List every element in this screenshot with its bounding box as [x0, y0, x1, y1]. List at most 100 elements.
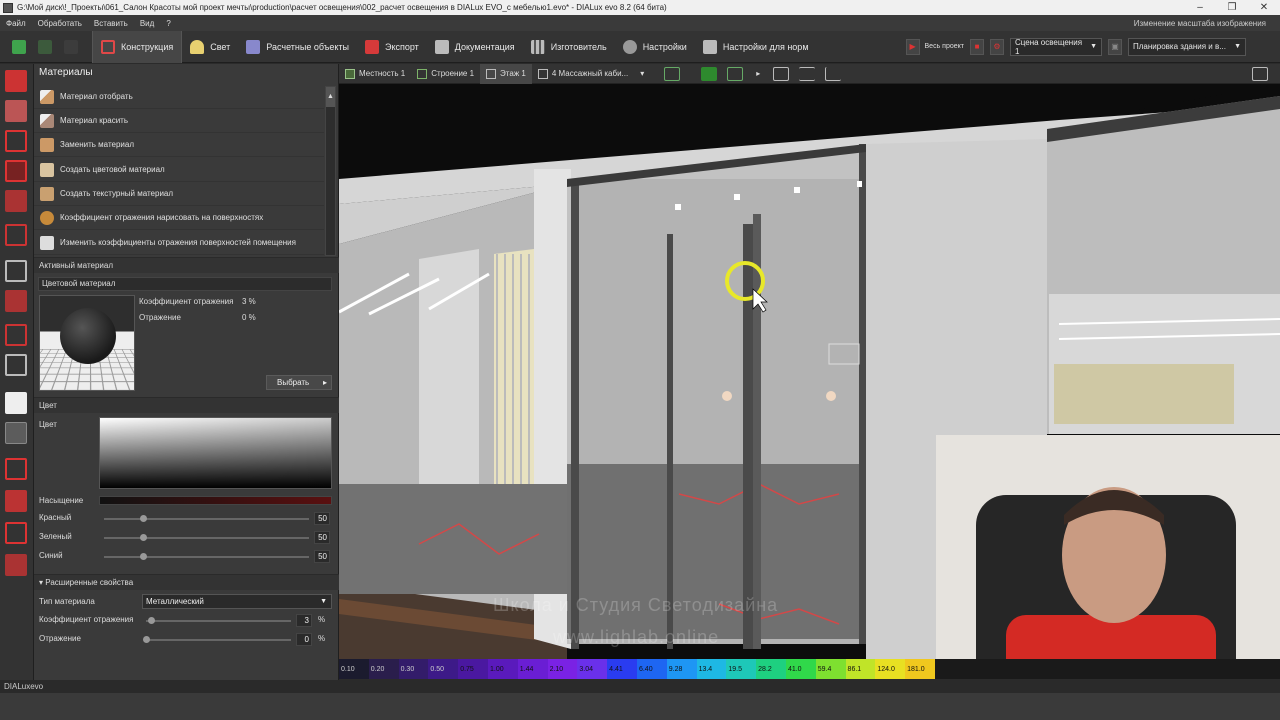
menu-process[interactable]: Обработать — [32, 19, 88, 28]
calc-settings-icon[interactable]: ⚙ — [990, 38, 1004, 55]
select-material-button[interactable]: Выбрать ▸ — [266, 375, 332, 390]
tab-manufacturer[interactable]: Изготовитель — [523, 31, 615, 63]
opening-tool-icon[interactable] — [5, 224, 27, 246]
color-material-icon — [40, 162, 54, 177]
room-tool-icon[interactable] — [5, 130, 27, 152]
action-create-texture-material[interactable]: Создать текстурный материал — [34, 182, 324, 206]
light-tool-icon[interactable] — [5, 458, 27, 480]
watermark-url: www.lighlab.online — [553, 627, 720, 647]
room-reflectance-icon — [40, 235, 54, 250]
wall-tool-icon[interactable] — [5, 160, 27, 182]
legend-cell: 181.0 — [905, 659, 935, 679]
chevron-right-icon[interactable]: ▸ — [756, 69, 760, 78]
red-thumb[interactable] — [140, 515, 147, 522]
action-room-reflectances[interactable]: Изменить коэффициенты отражения поверхно… — [34, 231, 324, 255]
main-toolbar: Конструкция Свет Расчетные объекты Экспо… — [0, 30, 1280, 63]
color-picker[interactable] — [99, 417, 332, 489]
actions-scrollbar[interactable]: ▲ — [325, 86, 336, 256]
green-track[interactable] — [104, 537, 309, 539]
red-value[interactable]: 50 — [314, 512, 330, 525]
calc-objects-icon — [246, 39, 261, 54]
crumb-room[interactable]: 4 Массажный каби... ▾ — [532, 64, 650, 84]
save-icon[interactable] — [12, 39, 26, 54]
legend-cell: 19.5 — [726, 659, 757, 679]
saturation-bar[interactable] — [99, 496, 332, 505]
adv-reflection-label: Отражение — [39, 634, 81, 643]
building-tool-icon[interactable] — [5, 100, 27, 122]
tab-norm-settings[interactable]: Настройки для норм — [695, 31, 817, 63]
scroll-up-icon[interactable]: ▲ — [326, 87, 335, 107]
menu-insert[interactable]: Вставить — [88, 19, 134, 28]
solid-view-icon[interactable] — [701, 66, 718, 81]
furniture-tool-icon[interactable] — [5, 290, 27, 312]
blue-thumb[interactable] — [140, 553, 147, 560]
legend-cell: 3.04 — [577, 659, 608, 679]
stop-calc-icon[interactable]: ■ — [970, 38, 984, 55]
window-tool-icon[interactable] — [5, 324, 27, 346]
reflectance-value: 3 % — [242, 297, 256, 306]
tab-export[interactable]: Экспорт — [357, 31, 427, 63]
tab-calc-objects[interactable]: Расчетные объекты — [238, 31, 357, 63]
whole-project-button[interactable]: ▶ Весь проект — [905, 38, 964, 55]
green-thumb[interactable] — [140, 534, 147, 541]
tab-settings[interactable]: Настройки — [615, 31, 695, 63]
wire-view-icon[interactable] — [727, 66, 744, 81]
screen-icon[interactable] — [1252, 66, 1268, 81]
advanced-header[interactable]: ▾ Расширенные свойства — [34, 574, 339, 590]
maximize-icon[interactable]: ❐ — [1216, 0, 1248, 15]
chevron-down-icon: ▼ — [1234, 43, 1241, 50]
tab-light[interactable]: Свет — [182, 31, 238, 63]
redo-icon[interactable] — [64, 39, 78, 54]
menu-help[interactable]: ? — [160, 19, 176, 28]
material-tool-icon[interactable] — [5, 422, 27, 444]
red-track[interactable] — [104, 518, 309, 520]
action-create-color-material[interactable]: Создать цветовой материал — [34, 158, 324, 182]
crumb-building[interactable]: Строение 1 — [411, 64, 480, 84]
measure-icon[interactable] — [799, 66, 816, 81]
door-tool-icon[interactable] — [5, 190, 27, 212]
scene-options-icon[interactable]: ▣ — [1108, 38, 1122, 55]
stairs-tool-icon[interactable] — [5, 354, 27, 376]
reflectance-label: Коэффициент отражения — [139, 297, 234, 306]
selection-tool-icon[interactable] — [5, 522, 27, 544]
table-tool-icon[interactable] — [5, 392, 27, 414]
adv-reflection-thumb[interactable] — [143, 636, 150, 643]
axes-icon[interactable] — [825, 66, 842, 81]
crumb-terrain[interactable]: Местность 1 — [339, 64, 411, 84]
tab-documentation[interactable]: Документация — [427, 31, 523, 63]
adv-reflection-track[interactable] — [146, 639, 291, 641]
3d-viewport[interactable]: Школа и Студия Светодизайна www.lighlab.… — [339, 84, 1280, 659]
section-tool-icon[interactable] — [5, 490, 27, 512]
minimize-icon[interactable]: – — [1184, 0, 1216, 15]
action-paint-reflectance[interactable]: Коэффициент отражения нарисовать на пове… — [34, 206, 324, 230]
terrain-tool-icon[interactable] — [5, 70, 27, 92]
menu-file[interactable]: Файл — [0, 19, 32, 28]
legend-cell: 6.40 — [636, 659, 667, 679]
action-pick-material[interactable]: Материал отобрать — [34, 85, 324, 109]
arrange-tool-icon[interactable] — [5, 554, 27, 576]
blue-value[interactable]: 50 — [314, 550, 330, 563]
scene-select[interactable]: Сцена освещения 1 ▼ — [1010, 37, 1102, 56]
crumb-floor[interactable]: Этаж 1 — [480, 63, 532, 84]
legend-cell: 59.4 — [815, 659, 846, 679]
cube-tool-icon[interactable] — [5, 260, 27, 282]
tab-construction[interactable]: Конструкция — [92, 30, 183, 63]
adv-reflectance-thumb[interactable] — [148, 617, 155, 624]
adv-reflectance-value[interactable]: 3 — [296, 614, 312, 627]
action-paint-material[interactable]: Материал красить — [34, 109, 324, 133]
adv-reflection-row: Отражение 0 % — [34, 631, 339, 647]
menu-view[interactable]: Вид — [134, 19, 160, 28]
blue-track[interactable] — [104, 556, 309, 558]
view-mode-icon[interactable] — [664, 66, 681, 81]
zoom-fit-icon[interactable] — [773, 66, 790, 81]
green-value[interactable]: 50 — [314, 531, 330, 544]
undo-icon[interactable] — [38, 39, 52, 54]
tab-calc-objects-label: Расчетные объекты — [266, 41, 349, 52]
material-type-select[interactable]: Металлический ▼ — [142, 594, 332, 609]
adv-reflectance-track[interactable] — [146, 620, 291, 622]
panel-title: Материалы — [34, 64, 338, 82]
action-replace-material[interactable]: Заменить материал — [34, 133, 324, 157]
layout-select[interactable]: Планировка здания и в... ▼ — [1128, 37, 1246, 56]
close-icon[interactable]: ✕ — [1248, 0, 1280, 15]
adv-reflection-value[interactable]: 0 — [296, 633, 312, 646]
